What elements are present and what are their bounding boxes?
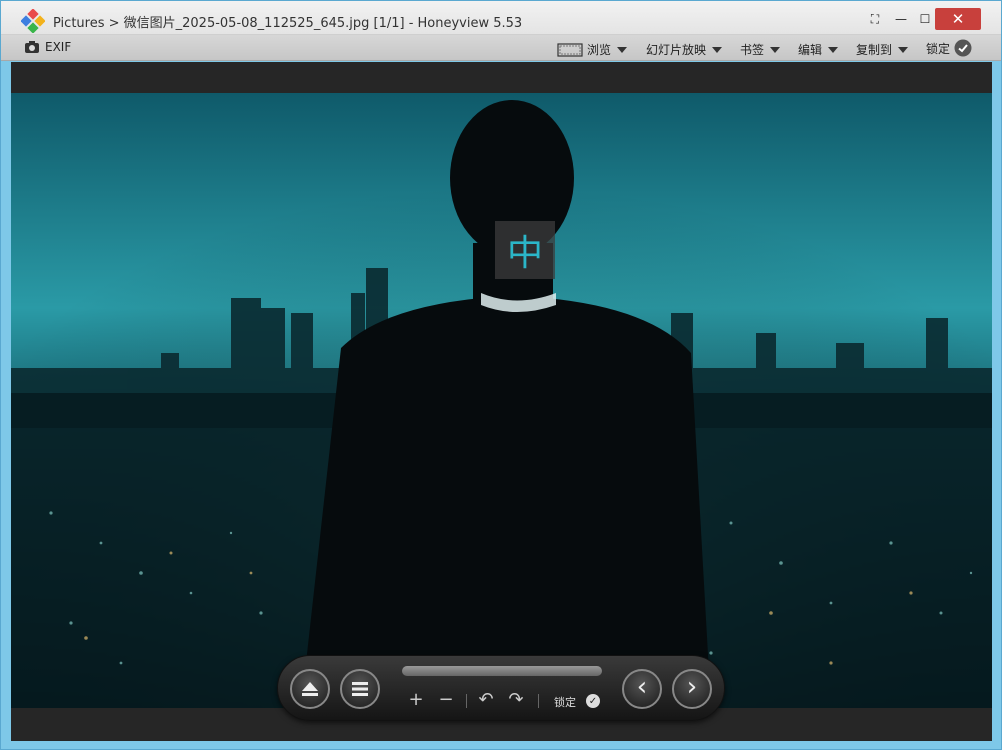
chevron-down-icon — [712, 46, 723, 53]
exif-label: EXIF — [45, 40, 72, 54]
photo-canvas[interactable]: 中 — [11, 93, 992, 708]
browse-icon — [557, 42, 583, 57]
exif-button[interactable]: EXIF — [25, 40, 71, 54]
edit-menu[interactable]: 编辑 — [798, 41, 839, 58]
rotate-left-button[interactable]: ↶ — [476, 690, 496, 710]
eject-button[interactable] — [290, 669, 330, 709]
seek-bar[interactable] — [402, 666, 602, 676]
chevron-right-icon: › — [686, 672, 698, 702]
control-bar: + − ↶ ↷ 锁定 ✓ ‹ › — [277, 655, 725, 721]
browse-menu[interactable]: 浏览 — [557, 41, 628, 58]
copy-to-label: 复制到 — [856, 43, 893, 57]
maximize-icon: ☐ — [919, 12, 931, 26]
ime-indicator: 中 — [495, 221, 555, 279]
slideshow-label: 幻灯片放映 — [646, 43, 707, 57]
check-circle-icon — [954, 39, 972, 57]
lock-toggle[interactable]: 锁定 — [926, 39, 972, 57]
chevron-down-icon — [770, 46, 781, 53]
zoom-out-button[interactable]: − — [436, 690, 456, 710]
rotate-right-button[interactable]: ↷ — [506, 690, 526, 710]
close-button[interactable]: ✕ — [935, 8, 981, 30]
toolbar: EXIF 浏览 幻灯片放映 书签 编辑 复制到 锁定 — [1, 35, 1001, 61]
minimize-button[interactable]: — — [889, 10, 913, 28]
chevron-down-icon — [617, 46, 628, 53]
chevron-down-icon — [828, 46, 839, 53]
divider — [466, 694, 467, 708]
minimize-icon: — — [895, 12, 907, 26]
ime-indicator-text: 中 — [506, 233, 543, 274]
bookmark-label: 书签 — [740, 43, 765, 57]
chevron-down-icon — [898, 46, 909, 53]
menu-icon — [352, 682, 368, 696]
zoom-in-button[interactable]: + — [406, 690, 426, 710]
menu-button[interactable] — [340, 669, 380, 709]
previous-button[interactable]: ‹ — [622, 669, 662, 709]
fullscreen-button[interactable]: ⛶ — [863, 10, 887, 28]
copy-to-menu[interactable]: 复制到 — [856, 41, 909, 58]
app-window: Pictures > 微信图片_2025-05-08_112525_645.jp… — [0, 0, 1002, 750]
slideshow-menu[interactable]: 幻灯片放映 — [646, 41, 723, 58]
honeyview-logo-icon — [21, 9, 45, 33]
photo-image — [11, 93, 992, 708]
maximize-button[interactable]: ☐ — [913, 10, 937, 28]
lock-label[interactable]: 锁定 — [554, 694, 576, 710]
chevron-left-icon: ‹ — [636, 672, 648, 702]
divider — [538, 694, 539, 708]
lock-label: 锁定 — [926, 41, 951, 56]
edit-label: 编辑 — [798, 43, 823, 57]
title-bar[interactable]: Pictures > 微信图片_2025-05-08_112525_645.jp… — [1, 1, 1001, 35]
fullscreen-icon: ⛶ — [870, 11, 880, 26]
eject-icon — [302, 682, 318, 696]
camera-icon — [25, 41, 39, 53]
close-icon: ✕ — [951, 10, 965, 28]
browse-label: 浏览 — [587, 43, 612, 57]
image-viewer[interactable]: 中 + − ↶ ↷ 锁定 ✓ ‹ › — [11, 62, 992, 741]
window-title: Pictures > 微信图片_2025-05-08_112525_645.jp… — [53, 16, 523, 31]
next-button[interactable]: › — [672, 669, 712, 709]
check-circle-icon[interactable]: ✓ — [586, 694, 600, 708]
bookmark-menu[interactable]: 书签 — [740, 41, 781, 58]
